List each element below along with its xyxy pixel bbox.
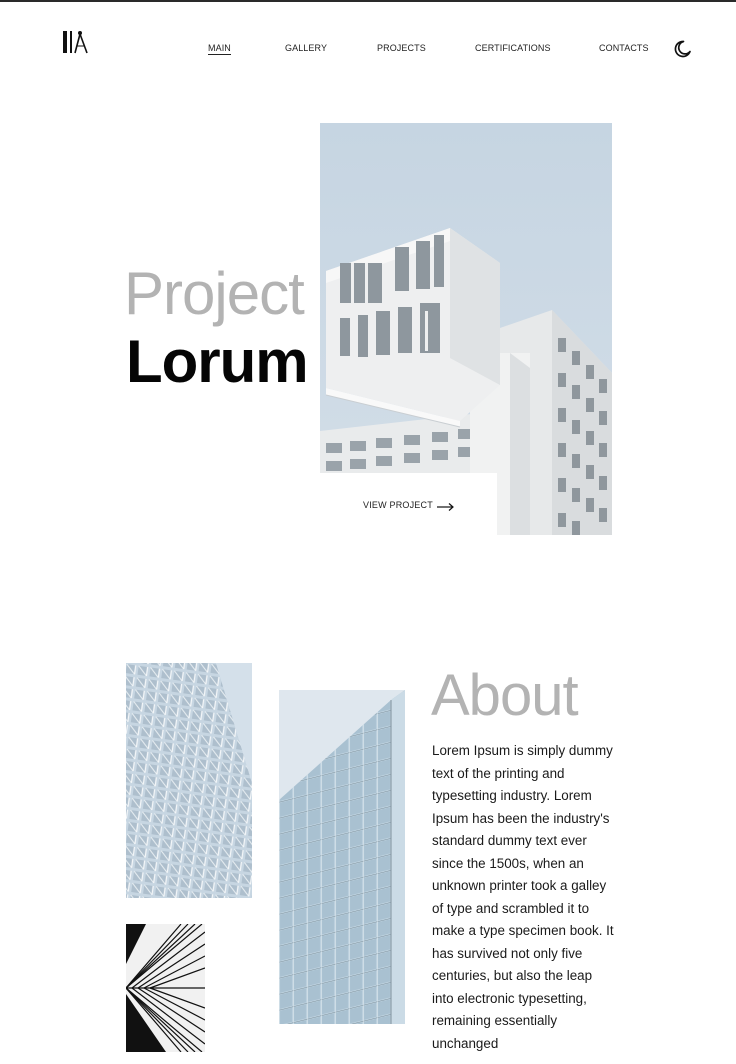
nav-item-projects[interactable]: PROJECTS [377, 43, 426, 53]
nav-item-contacts[interactable]: CONTACTS [599, 43, 649, 53]
top-border [0, 0, 736, 2]
main-nav: MAIN GALLERY PROJECTS CERTIFICATIONS CON… [0, 43, 736, 55]
view-project-label: VIEW PROJECT [363, 500, 433, 510]
arrow-right-icon [437, 499, 455, 511]
nav-item-certifications[interactable]: CERTIFICATIONS [475, 43, 551, 53]
glass-tower-image [279, 690, 405, 1024]
hero-title-light: Project [124, 260, 305, 327]
about-title: About [431, 663, 579, 728]
glass-facade-image [126, 663, 252, 898]
nav-item-gallery[interactable]: GALLERY [285, 43, 327, 53]
steel-structure-image [126, 924, 205, 1052]
moon-icon[interactable] [672, 39, 692, 59]
about-body-text: Lorem Ipsum is simply dummy text of the … [432, 743, 614, 1051]
view-project-button[interactable]: VIEW PROJECT [320, 473, 497, 535]
nav-item-main[interactable]: MAIN [208, 43, 231, 55]
hero-title-bold: Lorum [126, 328, 309, 395]
